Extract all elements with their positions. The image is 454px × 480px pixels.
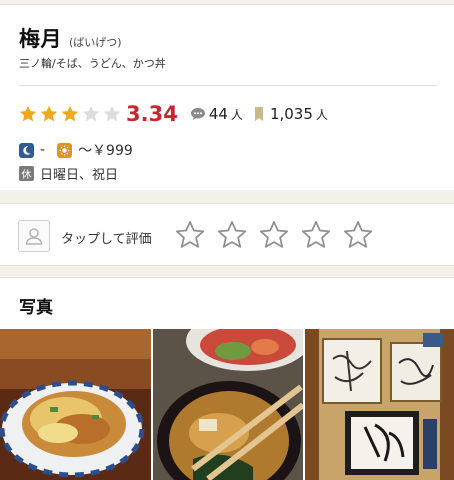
rate-star-1-icon[interactable] — [174, 219, 206, 251]
star-empty-icon — [82, 105, 100, 122]
restaurant-genre[interactable]: 三ノ輪/そば、うどん、かつ丼 — [19, 55, 166, 71]
user-avatar-icon — [18, 220, 50, 252]
reviews-count: 44 — [208, 105, 228, 123]
rate-star-3-icon[interactable] — [258, 219, 290, 251]
rating-score: 3.34 — [126, 102, 178, 126]
rate-star-2-icon[interactable] — [216, 219, 248, 251]
saves-unit: 人 — [315, 107, 328, 122]
star-filled-icon — [61, 105, 79, 122]
sun-icon — [57, 142, 73, 158]
reviews-unit: 人 — [230, 107, 243, 122]
budget-row: - ～￥999 — [19, 140, 145, 160]
bookmark-icon — [254, 107, 263, 121]
dinner-budget: - — [40, 142, 46, 158]
katsudon-photo[interactable] — [0, 329, 151, 480]
moon-icon — [19, 142, 34, 158]
photo-strip — [0, 329, 454, 480]
holiday-text: 日曜日、祝日 — [40, 168, 119, 183]
holiday-badge: 休 — [19, 166, 34, 181]
restaurant-title: 梅月 (ばいげつ) — [19, 23, 122, 53]
miso-soup-photo[interactable] — [153, 329, 303, 480]
rating-stars — [18, 104, 123, 124]
rating-row[interactable]: 3.34 44 人 1,035 人 — [18, 101, 336, 127]
star-empty-icon — [103, 105, 121, 122]
user-rating-card: タップして評価 — [0, 203, 454, 266]
restaurant-info-card: 梅月 (ばいげつ) 三ノ輪/そば、うどん、かつ丼 3.34 44 人 1,035… — [0, 4, 454, 190]
star-filled-icon — [40, 105, 58, 122]
comment-icon — [190, 108, 205, 120]
autograph-boards-photo[interactable] — [305, 329, 454, 480]
rate-star-5-icon[interactable] — [342, 219, 374, 251]
lunch-budget: ～￥999 — [78, 143, 133, 159]
holiday-row: 休 日曜日、祝日 — [19, 164, 118, 183]
saves-count: 1,035 — [269, 105, 313, 123]
restaurant-name: 梅月 — [19, 27, 62, 51]
star-filled-icon — [19, 105, 37, 122]
restaurant-reading: (ばいげつ) — [69, 36, 122, 49]
photo-section: 写真 — [0, 277, 454, 480]
rate-star-4-icon[interactable] — [300, 219, 332, 251]
divider — [19, 85, 437, 86]
tap-to-rate-label: タップして評価 — [61, 232, 152, 247]
photo-section-title: 写真 — [19, 298, 53, 318]
rate-stars[interactable] — [174, 219, 384, 251]
